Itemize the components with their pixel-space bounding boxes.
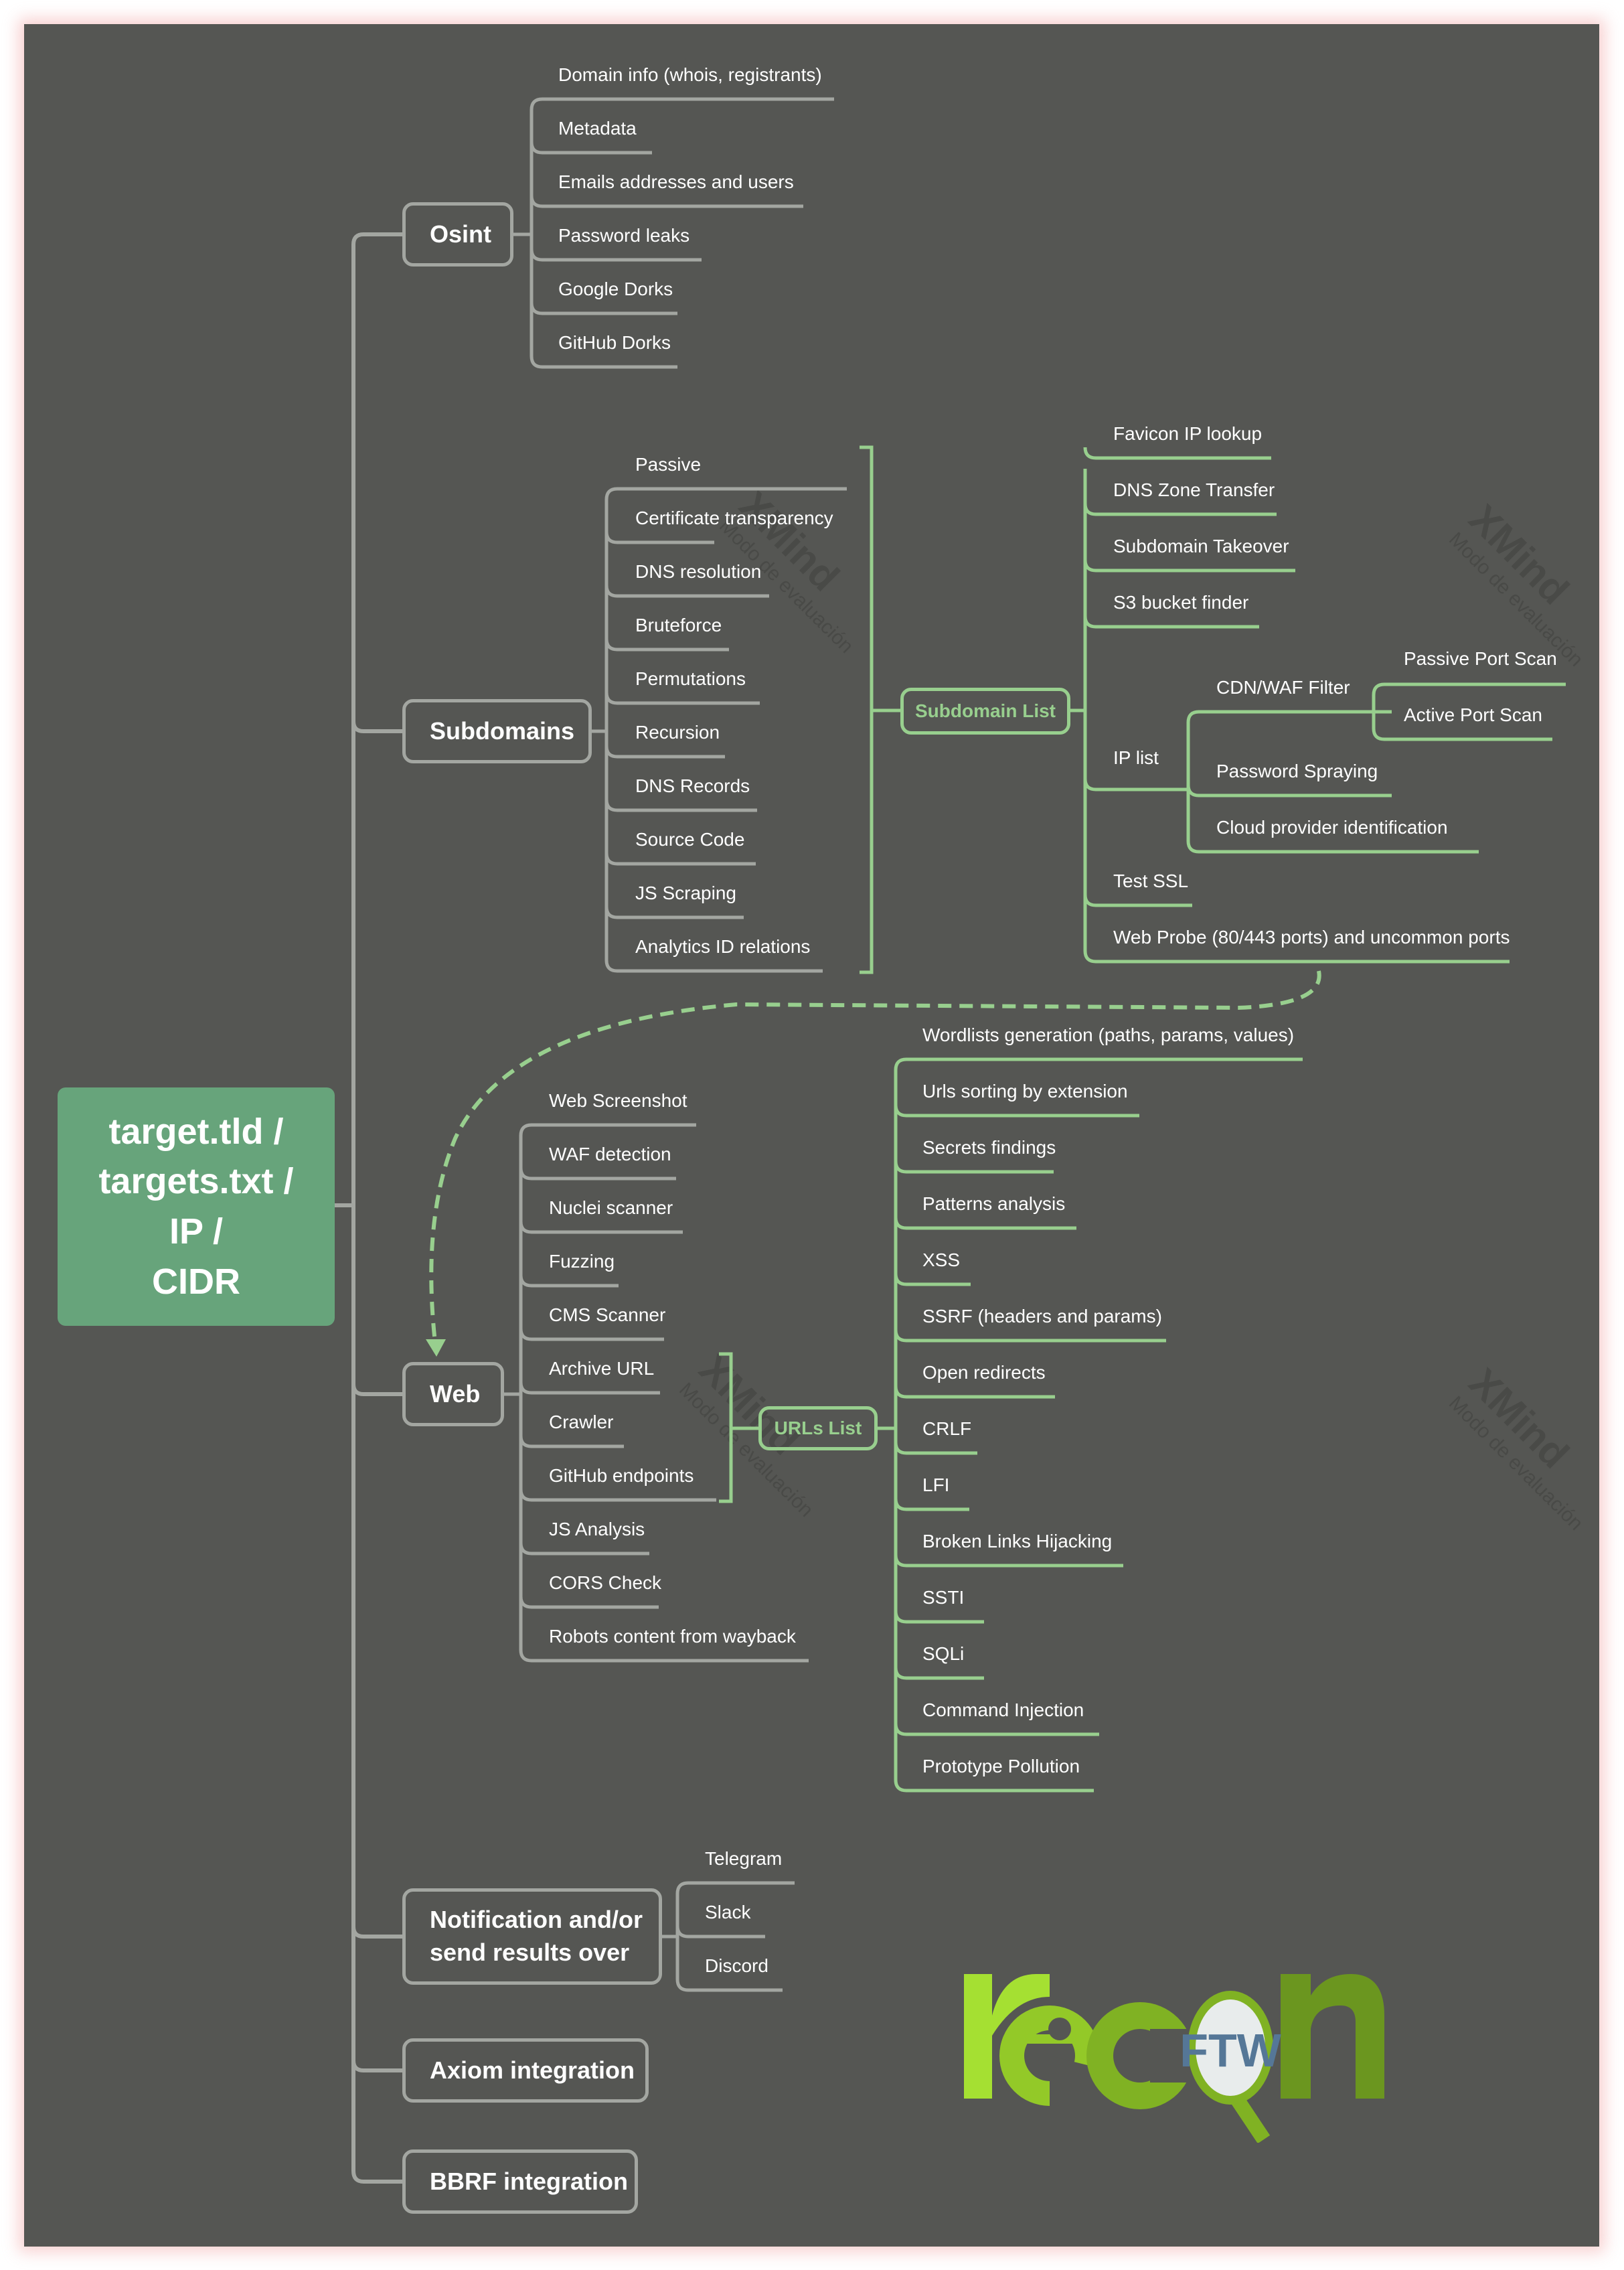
web-leaf[interactable]: Nuclei scanner <box>549 1199 673 1217</box>
topic-label: Notification and/or <box>430 1906 643 1934</box>
subdomain-leaf[interactable]: DNS Records <box>635 777 750 796</box>
subdomain-list-leaf[interactable]: Web Probe (80/443 ports) and uncommon po… <box>1113 928 1510 947</box>
subdomain-list-leaf[interactable]: DNS Zone Transfer <box>1113 481 1275 500</box>
notification-leaf[interactable]: Telegram <box>705 1849 782 1868</box>
root-line: targets.txt / <box>98 1161 294 1202</box>
web-leaf[interactable]: JS Analysis <box>549 1520 645 1539</box>
topic-label: Osint <box>430 220 492 248</box>
subdomain-leaf[interactable]: Permutations <box>635 670 746 688</box>
urls-list-leaf[interactable]: Broken Links Hijacking <box>922 1532 1112 1551</box>
web-leaf[interactable]: Robots content from wayback <box>549 1627 796 1646</box>
subdomain-list-leaf[interactable]: Subdomain Takeover <box>1113 537 1289 556</box>
osint-leaf[interactable]: Password leaks <box>558 226 689 245</box>
urls-list-leaf[interactable]: LFI <box>922 1476 949 1495</box>
osint-leaf[interactable]: Emails addresses and users <box>558 173 794 192</box>
magnifier-icon: FTW <box>1180 1991 1281 2143</box>
summary-label: URLs List <box>774 1418 862 1438</box>
subdomain-leaf[interactable]: Bruteforce <box>635 616 722 635</box>
subdomain-leaf[interactable]: Source Code <box>635 830 744 849</box>
topic-label: send results over <box>430 1939 630 1966</box>
web-leaf[interactable]: Crawler <box>549 1413 613 1432</box>
urls-list-leaf[interactable]: Wordlists generation (paths, params, val… <box>922 1026 1294 1045</box>
subdomain-list-leaf[interactable]: S3 bucket finder <box>1113 593 1248 612</box>
urls-list-leaf[interactable]: Secrets findings <box>922 1138 1056 1157</box>
summary-subdomain-list[interactable]: Subdomain List <box>900 688 1070 735</box>
topic-label: Web <box>430 1379 481 1408</box>
subdomain-leaf[interactable]: DNS resolution <box>635 562 761 581</box>
urls-list-leaf[interactable]: Urls sorting by extension <box>922 1082 1128 1101</box>
notification-leaf[interactable]: Slack <box>705 1903 750 1922</box>
notification-leaf[interactable]: Discord <box>705 1957 768 1975</box>
urls-list-leaf[interactable]: XSS <box>922 1251 960 1270</box>
osint-leaf[interactable]: Domain info (whois, registrants) <box>558 66 822 84</box>
osint-leaf[interactable]: Google Dorks <box>558 280 673 299</box>
subdomain-list-leaf[interactable]: Test SSL <box>1113 872 1188 891</box>
urls-list-leaf[interactable]: Open redirects <box>922 1363 1046 1382</box>
root-line: CIDR <box>152 1261 240 1302</box>
ip-list-leaf[interactable]: Password Spraying <box>1216 762 1378 781</box>
subdomain-leaf[interactable]: Passive <box>635 455 701 474</box>
urls-list-leaf[interactable]: Prototype Pollution <box>922 1757 1080 1776</box>
subdomain-list-leaf[interactable]: IP list <box>1113 749 1159 767</box>
topic-axiom[interactable]: Axiom integration <box>402 2038 649 2103</box>
reconftw-logo: FTW <box>964 1974 1384 2143</box>
web-leaf[interactable]: CORS Check <box>549 1574 661 1592</box>
root-topic[interactable]: target.tld / targets.txt / IP / CIDR <box>58 1087 335 1326</box>
web-leaf[interactable]: Fuzzing <box>549 1252 615 1271</box>
topic-web[interactable]: Web <box>402 1362 504 1426</box>
urls-list-leaf[interactable]: SSRF (headers and params) <box>922 1307 1162 1326</box>
logo-letter-n <box>1281 1974 1384 2099</box>
port-scan-leaf[interactable]: Active Port Scan <box>1404 706 1542 725</box>
urls-list-leaf[interactable]: SSTI <box>922 1588 964 1607</box>
topic-label: BBRF integration <box>430 2167 628 2195</box>
port-scan-leaf[interactable]: Passive Port Scan <box>1404 650 1557 668</box>
subdomain-leaf[interactable]: Recursion <box>635 723 720 742</box>
cdn-waf-filter[interactable]: CDN/WAF Filter <box>1216 678 1350 697</box>
topic-bbrf[interactable]: BBRF integration <box>402 2149 638 2214</box>
web-leaf[interactable]: GitHub endpoints <box>549 1466 694 1485</box>
web-leaf[interactable]: CMS Scanner <box>549 1306 665 1325</box>
topic-osint[interactable]: Osint <box>402 202 513 267</box>
root-line: target.tld / <box>108 1111 284 1152</box>
topic-subdomains[interactable]: Subdomains <box>402 699 592 763</box>
urls-list-leaf[interactable]: Patterns analysis <box>922 1195 1065 1213</box>
topic-label: Subdomains <box>430 716 575 745</box>
subdomain-leaf[interactable]: JS Scraping <box>635 884 736 903</box>
subdomain-list-leaf[interactable]: Favicon IP lookup <box>1113 425 1262 443</box>
summary-urls-list[interactable]: URLs List <box>758 1406 878 1450</box>
urls-list-leaf[interactable]: Command Injection <box>922 1701 1084 1720</box>
osint-leaf[interactable]: Metadata <box>558 119 637 138</box>
web-leaf[interactable]: Archive URL <box>549 1359 654 1378</box>
summary-label: Subdomain List <box>915 700 1056 721</box>
subdomain-leaf[interactable]: Analytics ID relations <box>635 937 810 956</box>
root-line: IP / <box>169 1211 224 1252</box>
urls-list-leaf[interactable]: CRLF <box>922 1420 971 1438</box>
web-leaf[interactable]: Web Screenshot <box>549 1091 687 1110</box>
ip-list-leaf[interactable]: Cloud provider identification <box>1216 818 1448 837</box>
topic-label: Axiom integration <box>430 2056 635 2084</box>
subdomain-leaf[interactable]: Certificate transparency <box>635 509 833 528</box>
logo-badge-text: FTW <box>1180 2024 1281 2076</box>
topic-notification[interactable]: Notification and/or send results over <box>402 1888 662 1985</box>
urls-list-leaf[interactable]: SQLi <box>922 1645 964 1663</box>
web-leaf[interactable]: WAF detection <box>549 1145 671 1164</box>
osint-leaf[interactable]: GitHub Dorks <box>558 333 671 352</box>
